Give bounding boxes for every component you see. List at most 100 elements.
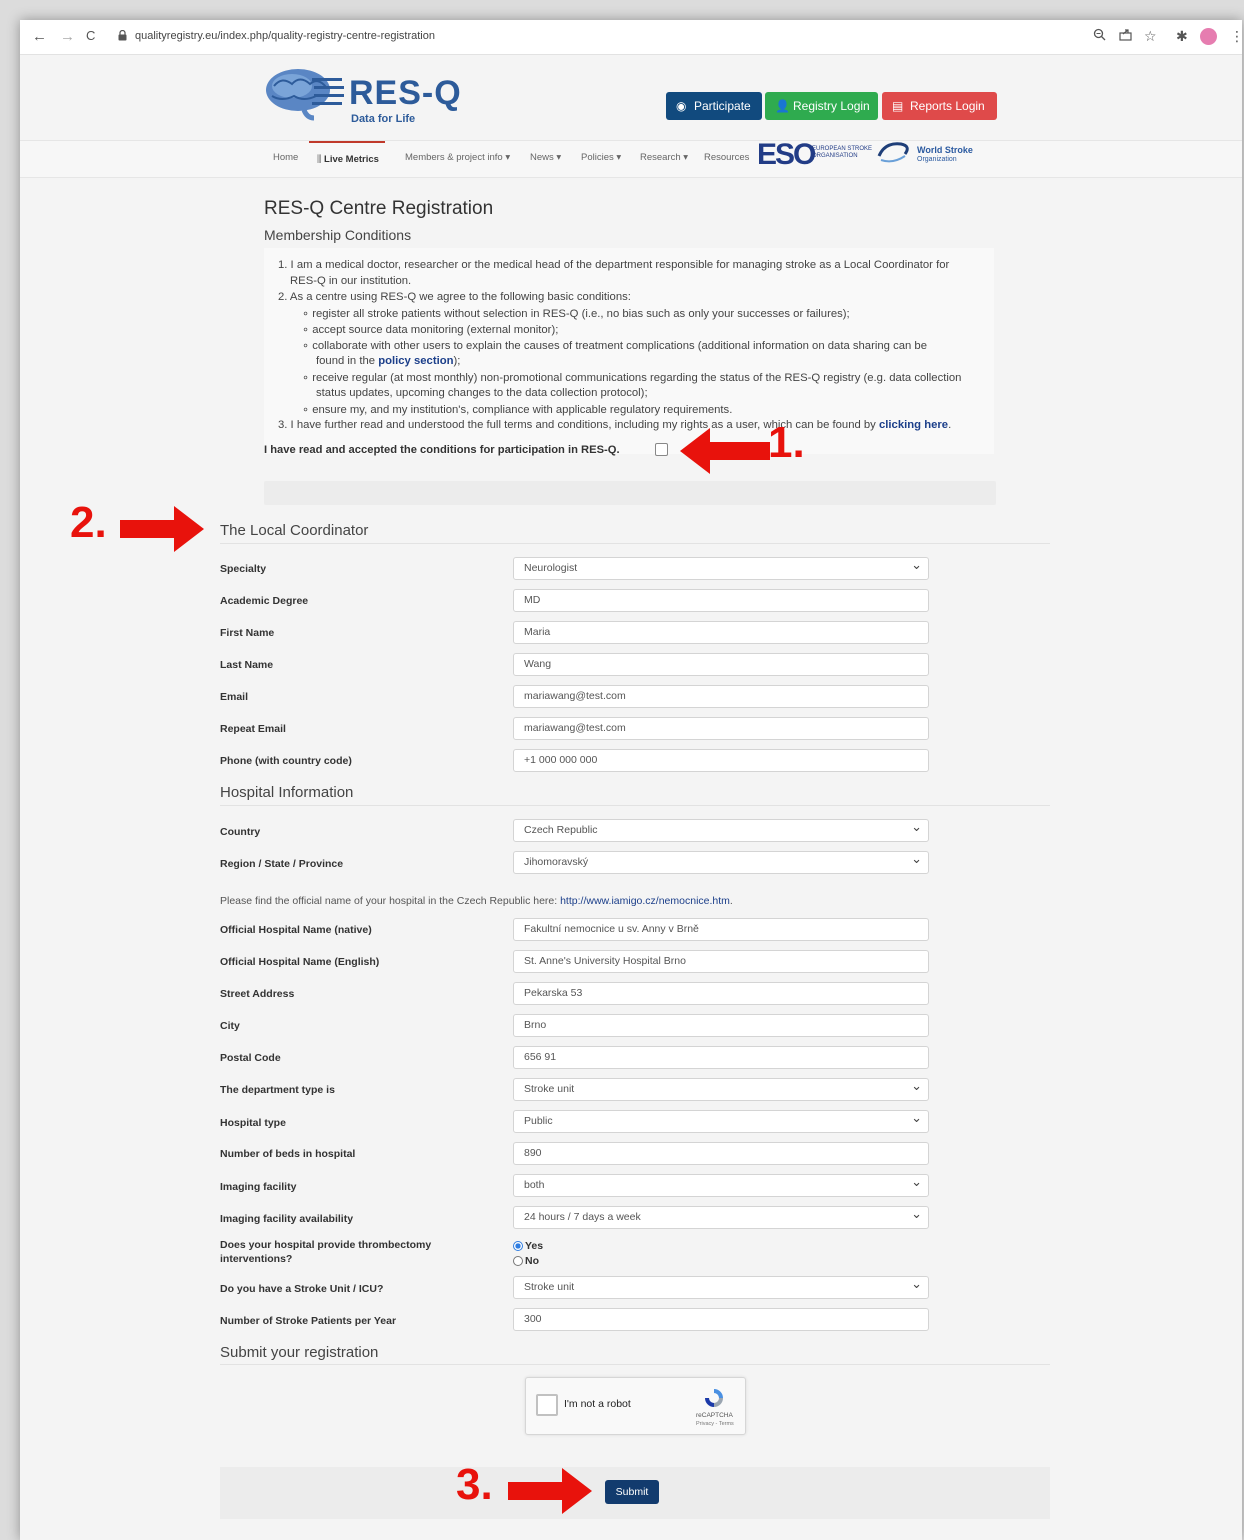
imaging-label: Imaging facility <box>220 1181 297 1193</box>
hospital-name-hint: Please find the official name of your ho… <box>220 895 733 907</box>
nav-members[interactable]: Members & project info ▾ <box>405 152 510 163</box>
department-type-label: The department type is <box>220 1084 335 1096</box>
policy-suffix: ); <box>453 355 461 367</box>
city-input[interactable]: Brno <box>513 1014 929 1037</box>
page-subtitle: Membership Conditions <box>264 227 412 243</box>
annotation-label-2: 2. <box>70 498 107 547</box>
hospital-english-label: Official Hospital Name (English) <box>220 956 380 968</box>
zoom-icon[interactable] <box>1093 28 1106 41</box>
country-select[interactable]: Czech Republic <box>513 816 929 842</box>
annotation-label-3: 3. <box>456 1460 493 1509</box>
country-label: Country <box>220 826 261 838</box>
forward-arrow-icon[interactable]: → <box>60 28 75 45</box>
bullet-monitoring: ∘ accept source data monitoring (externa… <box>302 324 559 336</box>
annotation-arrow-3 <box>508 1468 592 1514</box>
recaptcha-label: I'm not a robot <box>564 1398 631 1410</box>
globe-icon: ◉ <box>676 99 687 113</box>
first-name-input[interactable]: Maria <box>513 621 929 644</box>
hospital-type-select[interactable]: Public <box>513 1107 929 1133</box>
nav-resources[interactable]: Resources <box>704 152 749 163</box>
recaptcha-logo-icon <box>705 1389 723 1407</box>
hint-suffix: . <box>729 895 733 907</box>
user-icon: 👤 <box>775 99 790 113</box>
report-icon: ▤ <box>892 99 904 113</box>
condition-1-cont: RES-Q in our institution. <box>290 275 412 287</box>
wso-logo[interactable]: World Stroke Organization <box>875 140 973 171</box>
nav-research[interactable]: Research ▾ <box>640 152 688 163</box>
back-arrow-icon[interactable]: ← <box>32 28 47 45</box>
thrombectomy-no-radio[interactable] <box>513 1256 523 1266</box>
phone-input[interactable]: +1 000 000 000 <box>513 749 929 772</box>
nav-policies[interactable]: Policies ▾ <box>581 152 621 163</box>
address-bar[interactable]: qualityregistry.eu/index.php/quality-reg… <box>135 30 435 42</box>
last-name-input[interactable]: Wang <box>513 653 929 676</box>
nav-news[interactable]: News ▾ <box>530 152 561 163</box>
bullet-communications-cont: status updates, upcoming changes to the … <box>316 387 648 399</box>
participate-button[interactable]: ◉ Participate <box>666 92 762 120</box>
share-icon[interactable] <box>1119 28 1132 41</box>
menu-icon[interactable]: ⋮ <box>1230 28 1242 45</box>
submit-button[interactable]: Submit <box>605 1480 659 1504</box>
imaging-availability-select[interactable]: 24 hours / 7 days a week <box>513 1203 929 1229</box>
policy-section-link[interactable]: policy section <box>378 355 453 367</box>
bullet-communications: ∘ receive regular (at most monthly) non-… <box>302 372 962 384</box>
nav-live-metrics[interactable]: ⫼ Live Metrics <box>309 141 385 165</box>
browser-window: ← → C qualityregistry.eu/index.php/quali… <box>20 20 1242 1540</box>
bullet-collaborate-cont: found in the policy section); <box>316 355 460 367</box>
divider <box>220 543 1050 544</box>
lock-icon <box>118 30 127 41</box>
street-input[interactable]: Pekarska 53 <box>513 982 929 1005</box>
patients-input[interactable]: 300 <box>513 1308 929 1331</box>
recaptcha-checkbox[interactable] <box>536 1394 558 1416</box>
thrombectomy-no-label[interactable]: No <box>525 1255 539 1267</box>
accept-conditions-label: I have read and accepted the conditions … <box>264 444 620 456</box>
terms-suffix: . <box>948 419 952 431</box>
postal-input[interactable]: 656 91 <box>513 1046 929 1069</box>
divider <box>220 1364 1050 1365</box>
email-input[interactable]: mariawang@test.com <box>513 685 929 708</box>
res-q-logo[interactable]: RES-Q Data for Life <box>264 64 464 125</box>
brain-logo-icon <box>266 69 344 121</box>
page-title: RES-Q Centre Registration <box>264 198 494 219</box>
annotation-arrow-2 <box>120 506 204 552</box>
accept-conditions-checkbox[interactable] <box>655 443 668 456</box>
degree-input[interactable]: MD <box>513 589 929 612</box>
stroke-unit-select[interactable]: Stroke unit <box>513 1273 929 1299</box>
last-name-label: Last Name <box>220 659 274 671</box>
repeat-email-label: Repeat Email <box>220 723 286 735</box>
clicking-here-link[interactable]: clicking here <box>879 419 948 431</box>
hospital-english-input[interactable]: St. Anne's University Hospital Brno <box>513 950 929 973</box>
bookmark-star-icon[interactable]: ☆ <box>1144 28 1157 45</box>
reports-login-button[interactable]: ▤ Reports Login <box>882 92 997 120</box>
annotation-arrow-1 <box>680 428 770 474</box>
hospital-type-label: Hospital type <box>220 1117 286 1129</box>
beds-label: Number of beds in hospital <box>220 1148 356 1160</box>
extension-icon[interactable]: ✱ <box>1176 28 1188 45</box>
nav-home[interactable]: Home <box>273 152 298 163</box>
condition-1: 1. I am a medical doctor, researcher or … <box>278 259 950 271</box>
registry-login-label: Registry Login <box>793 99 870 113</box>
reload-icon[interactable]: C <box>86 28 95 43</box>
region-label: Region / State / Province <box>220 858 344 870</box>
specialty-select[interactable]: Neurologist <box>513 554 929 580</box>
recaptcha-terms[interactable]: Privacy - Terms <box>696 1421 734 1427</box>
profile-avatar[interactable] <box>1200 28 1217 45</box>
section-local-coordinator: The Local Coordinator <box>220 522 369 539</box>
hospital-native-input[interactable]: Fakultní nemocnice u sv. Anny v Brně <box>513 918 929 941</box>
thrombectomy-yes-radio[interactable] <box>513 1241 523 1251</box>
browser-toolbar: ← → C qualityregistry.eu/index.php/quali… <box>20 20 1242 55</box>
street-label: Street Address <box>220 988 295 1000</box>
thrombectomy-label-cont: interventions? <box>220 1253 293 1265</box>
wso-sub: Organization <box>917 156 957 163</box>
repeat-email-input[interactable]: mariawang@test.com <box>513 717 929 740</box>
registry-login-button[interactable]: 👤 Registry Login <box>765 92 878 120</box>
city-label: City <box>220 1020 240 1032</box>
iamigo-link[interactable]: http://www.iamigo.cz/nemocnice.htm <box>560 895 730 907</box>
thrombectomy-yes-label[interactable]: Yes <box>525 1240 543 1252</box>
beds-input[interactable]: 890 <box>513 1142 929 1165</box>
wso-swoosh-icon <box>877 142 909 163</box>
imaging-select[interactable]: both <box>513 1171 929 1197</box>
department-type-select[interactable]: Stroke unit <box>513 1075 929 1101</box>
region-select[interactable]: Jihomoravský <box>513 848 929 874</box>
annotation-label-1: 1. <box>768 418 805 467</box>
